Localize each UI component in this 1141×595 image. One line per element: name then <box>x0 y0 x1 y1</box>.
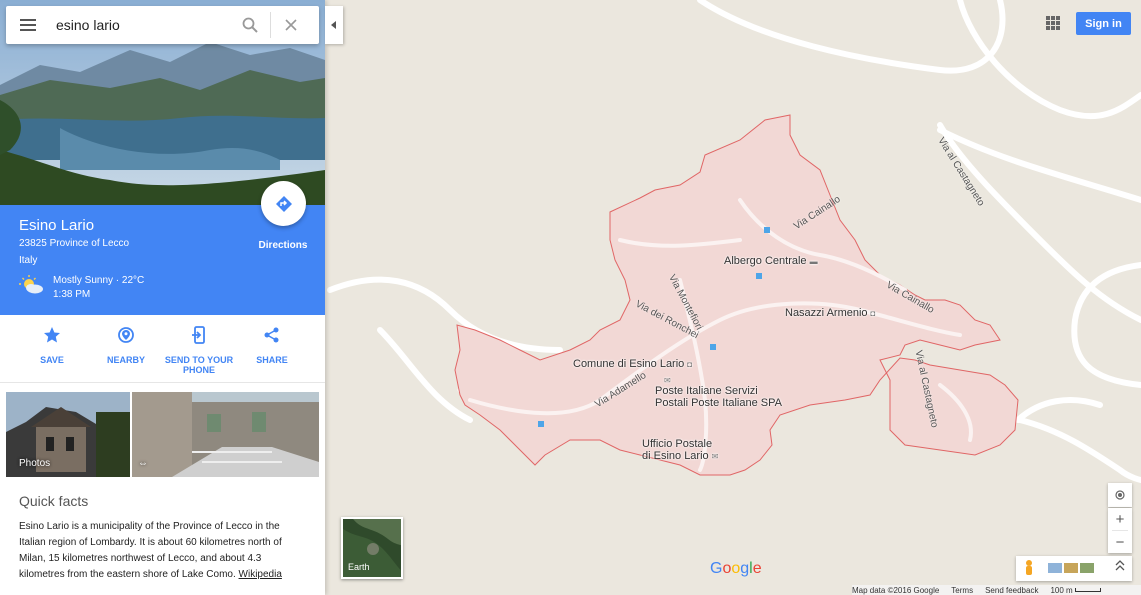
map-label-text: Comune di Esino Lario <box>573 358 685 370</box>
earth-view-toggle[interactable]: Earth <box>341 517 403 579</box>
search-icon <box>242 17 258 33</box>
my-location-button[interactable] <box>1108 483 1132 507</box>
imagery-thumbnail <box>1048 563 1062 573</box>
maps-app: Albergo Centrale ▬ Nasazzi Armenio ◘ Comun… <box>0 0 1141 595</box>
road <box>1017 417 1141 483</box>
save-button[interactable]: SAVE <box>12 325 92 365</box>
directions-icon <box>275 195 292 212</box>
menu-button[interactable] <box>6 6 50 44</box>
transit-icon <box>756 273 762 279</box>
road <box>937 122 1141 323</box>
close-icon <box>285 19 297 31</box>
search-input[interactable] <box>50 17 230 33</box>
map-label-text: Poste Italiane Servizi <box>655 385 758 397</box>
clear-search-button[interactable] <box>271 6 311 44</box>
map-label-text: di Esino Lario <box>642 450 709 462</box>
action-label: NEARBY <box>106 355 145 365</box>
place-header-card: Esino Lario 23825 Province of Lecco Ital… <box>0 181 325 315</box>
street-photo <box>132 392 319 477</box>
pegman-icon <box>1026 560 1032 575</box>
map-label-poste[interactable]: Poste Italiane Servizi Postali Poste Ital… <box>655 385 782 409</box>
my-location-icon <box>1115 490 1125 500</box>
photo-strip: Photos ⇔ <box>6 392 319 477</box>
send-to-phone-icon <box>159 325 239 345</box>
earth-label: Earth <box>348 562 370 572</box>
google-logo: Google <box>710 560 762 577</box>
scale-label[interactable]: 100 m <box>1050 586 1072 595</box>
map-label-nasazzi[interactable]: Nasazzi Armenio ◘ <box>785 307 875 319</box>
action-label: SEND TO YOUR PHONE <box>164 355 234 375</box>
map-label-albergo[interactable]: Albergo Centrale ▬ <box>724 255 818 267</box>
scale-bar <box>1074 588 1101 592</box>
street-view-bar <box>1016 556 1132 581</box>
transit-icon <box>764 227 770 233</box>
wikipedia-link[interactable]: Wikipedia <box>239 569 282 580</box>
hotel-icon: ◘ <box>870 309 876 318</box>
nearby-button[interactable]: NEARBY <box>86 325 166 365</box>
transit-icon <box>710 344 716 350</box>
send-feedback-link[interactable]: Send feedback <box>985 586 1038 595</box>
map-footer: Map data ©2016 Google Terms Send feedbac… <box>852 585 1141 595</box>
place-address-line2: Italy <box>19 255 38 266</box>
star-icon <box>12 325 92 345</box>
360-view-icon: ⇔ <box>138 458 148 469</box>
hotel-icon: ▬ <box>809 257 818 266</box>
sign-in-button[interactable]: Sign in <box>1076 12 1131 35</box>
place-name: Esino Lario <box>19 217 95 234</box>
directions-button[interactable] <box>261 181 306 226</box>
search-button[interactable] <box>230 6 270 44</box>
hamburger-icon <box>20 19 36 31</box>
search-box <box>6 6 319 44</box>
send-to-phone-button[interactable]: SEND TO YOUR PHONE <box>159 325 239 375</box>
imagery-thumbnail <box>1080 563 1094 573</box>
nearby-pin-icon <box>86 325 166 345</box>
place-panel: Esino Lario 23825 Province of Lecco Ital… <box>0 0 325 595</box>
zoom-in-button[interactable]: + <box>1108 508 1132 530</box>
map-label-comune[interactable]: Comune di Esino Lario ◘ <box>573 358 692 370</box>
road <box>1015 397 1103 423</box>
imagery-thumbnail <box>1064 563 1078 573</box>
chevron-left-icon <box>331 21 336 29</box>
place-address-line1: 23825 Province of Lecco <box>19 238 130 249</box>
weather-condition: Mostly Sunny · 22°C <box>53 275 145 286</box>
collapse-panel-button[interactable] <box>325 6 343 44</box>
zoom-out-button[interactable]: − <box>1108 531 1132 553</box>
photos-label: Photos <box>19 458 51 469</box>
street-view-thumbnail[interactable]: ⇔ <box>132 392 319 477</box>
action-label: SHARE <box>256 355 288 365</box>
map-label-text: Ufficio Postale <box>642 438 713 450</box>
share-button[interactable]: SHARE <box>232 325 312 365</box>
zoom-control: + − <box>1108 508 1132 553</box>
map-label-text: Postali Poste Italiane SPA <box>655 397 782 409</box>
weather-time: 1:38 PM <box>53 289 91 300</box>
transit-icon <box>538 421 544 427</box>
post-office-icon: ✉ <box>711 452 719 461</box>
terms-link[interactable]: Terms <box>951 586 973 595</box>
road <box>697 0 1006 74</box>
action-bar: SAVE NEARBY SEND TO YOUR PHONE SHARE <box>0 315 325 383</box>
directions-label[interactable]: Directions <box>250 240 316 251</box>
quick-facts-title: Quick facts <box>19 493 89 509</box>
partly-sunny-icon <box>19 275 45 300</box>
expand-icon <box>1115 560 1125 571</box>
apps-grid-icon[interactable] <box>1044 14 1062 32</box>
map-label-text: Albergo Centrale <box>724 255 807 267</box>
share-icon <box>232 325 312 345</box>
photos-thumbnail[interactable]: Photos <box>6 392 130 477</box>
map-data-attribution: Map data ©2016 Google <box>852 585 940 595</box>
road <box>327 276 563 353</box>
map-label-text: Nasazzi Armenio <box>785 307 868 319</box>
quick-facts-body: Esino Lario is a municipality of the Pro… <box>19 519 309 583</box>
action-label: SAVE <box>40 355 64 365</box>
map-label-ufficio[interactable]: Ufficio Postale di Esino Lario ✉ <box>642 438 718 463</box>
townhall-icon: ◘ <box>687 360 693 369</box>
